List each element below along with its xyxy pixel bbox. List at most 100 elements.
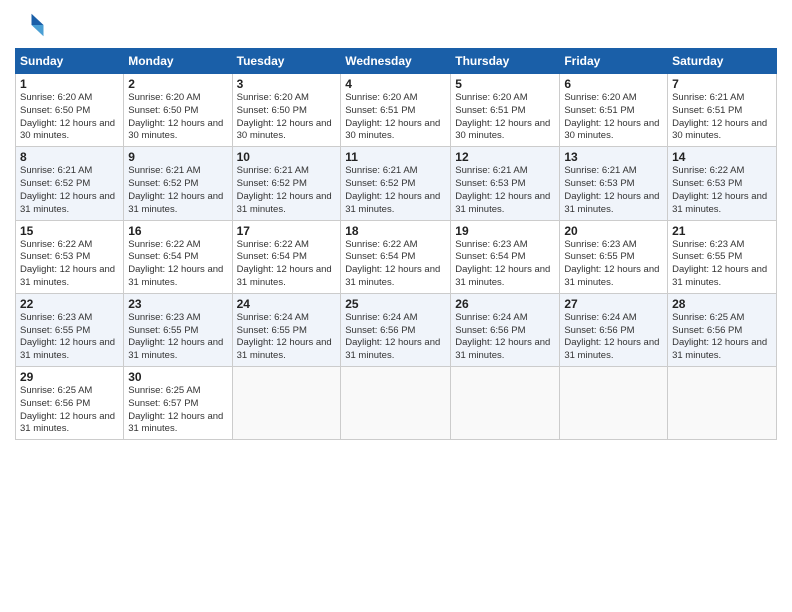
day-info: Sunrise: 6:20 AM Sunset: 6:51 PM Dayligh… [455,92,555,143]
day-info: Sunrise: 6:24 AM Sunset: 6:56 PM Dayligh… [455,312,555,363]
logo-icon [15,10,45,40]
calendar-day-cell: 29 Sunrise: 6:25 AM Sunset: 6:56 PM Dayl… [16,367,124,440]
calendar-day-cell [232,367,341,440]
calendar-day-cell [560,367,668,440]
day-number: 22 [20,297,119,311]
day-number: 10 [237,150,337,164]
day-info: Sunrise: 6:25 AM Sunset: 6:56 PM Dayligh… [672,312,772,363]
day-info: Sunrise: 6:21 AM Sunset: 6:52 PM Dayligh… [345,165,446,216]
logo [15,10,49,40]
page: SundayMondayTuesdayWednesdayThursdayFrid… [0,0,792,612]
calendar-day-cell: 30 Sunrise: 6:25 AM Sunset: 6:57 PM Dayl… [124,367,232,440]
calendar-day-cell: 10 Sunrise: 6:21 AM Sunset: 6:52 PM Dayl… [232,147,341,220]
calendar-day-cell: 28 Sunrise: 6:25 AM Sunset: 6:56 PM Dayl… [668,293,777,366]
day-number: 25 [345,297,446,311]
calendar-day-cell: 25 Sunrise: 6:24 AM Sunset: 6:56 PM Dayl… [341,293,451,366]
day-number: 16 [128,224,227,238]
day-number: 30 [128,370,227,384]
calendar-day-cell: 18 Sunrise: 6:22 AM Sunset: 6:54 PM Dayl… [341,220,451,293]
calendar-day-cell: 4 Sunrise: 6:20 AM Sunset: 6:51 PM Dayli… [341,74,451,147]
day-info: Sunrise: 6:20 AM Sunset: 6:50 PM Dayligh… [237,92,337,143]
calendar-week-row: 1 Sunrise: 6:20 AM Sunset: 6:50 PM Dayli… [16,74,777,147]
day-number: 1 [20,77,119,91]
day-info: Sunrise: 6:22 AM Sunset: 6:54 PM Dayligh… [345,239,446,290]
calendar-body: 1 Sunrise: 6:20 AM Sunset: 6:50 PM Dayli… [16,74,777,440]
day-number: 5 [455,77,555,91]
calendar-week-row: 15 Sunrise: 6:22 AM Sunset: 6:53 PM Dayl… [16,220,777,293]
day-info: Sunrise: 6:23 AM Sunset: 6:54 PM Dayligh… [455,239,555,290]
day-info: Sunrise: 6:20 AM Sunset: 6:51 PM Dayligh… [345,92,446,143]
calendar-week-row: 22 Sunrise: 6:23 AM Sunset: 6:55 PM Dayl… [16,293,777,366]
day-number: 28 [672,297,772,311]
day-info: Sunrise: 6:24 AM Sunset: 6:55 PM Dayligh… [237,312,337,363]
calendar-day-header: Thursday [451,49,560,74]
day-number: 19 [455,224,555,238]
day-number: 24 [237,297,337,311]
calendar-day-cell: 3 Sunrise: 6:20 AM Sunset: 6:50 PM Dayli… [232,74,341,147]
calendar-day-cell: 23 Sunrise: 6:23 AM Sunset: 6:55 PM Dayl… [124,293,232,366]
day-number: 20 [564,224,663,238]
day-number: 17 [237,224,337,238]
day-info: Sunrise: 6:20 AM Sunset: 6:51 PM Dayligh… [564,92,663,143]
day-info: Sunrise: 6:21 AM Sunset: 6:53 PM Dayligh… [564,165,663,216]
calendar-day-cell [451,367,560,440]
day-info: Sunrise: 6:21 AM Sunset: 6:52 PM Dayligh… [128,165,227,216]
calendar-day-header: Friday [560,49,668,74]
calendar-day-cell: 16 Sunrise: 6:22 AM Sunset: 6:54 PM Dayl… [124,220,232,293]
day-info: Sunrise: 6:23 AM Sunset: 6:55 PM Dayligh… [564,239,663,290]
calendar-day-cell: 21 Sunrise: 6:23 AM Sunset: 6:55 PM Dayl… [668,220,777,293]
day-info: Sunrise: 6:20 AM Sunset: 6:50 PM Dayligh… [20,92,119,143]
day-info: Sunrise: 6:24 AM Sunset: 6:56 PM Dayligh… [564,312,663,363]
calendar-header-row: SundayMondayTuesdayWednesdayThursdayFrid… [16,49,777,74]
day-number: 27 [564,297,663,311]
calendar-day-cell: 26 Sunrise: 6:24 AM Sunset: 6:56 PM Dayl… [451,293,560,366]
calendar-week-row: 8 Sunrise: 6:21 AM Sunset: 6:52 PM Dayli… [16,147,777,220]
calendar-day-cell: 17 Sunrise: 6:22 AM Sunset: 6:54 PM Dayl… [232,220,341,293]
day-number: 12 [455,150,555,164]
day-info: Sunrise: 6:21 AM Sunset: 6:52 PM Dayligh… [237,165,337,216]
calendar-day-header: Wednesday [341,49,451,74]
day-number: 29 [20,370,119,384]
day-info: Sunrise: 6:23 AM Sunset: 6:55 PM Dayligh… [20,312,119,363]
day-info: Sunrise: 6:20 AM Sunset: 6:50 PM Dayligh… [128,92,227,143]
calendar-week-row: 29 Sunrise: 6:25 AM Sunset: 6:56 PM Dayl… [16,367,777,440]
calendar-day-header: Tuesday [232,49,341,74]
day-number: 9 [128,150,227,164]
day-info: Sunrise: 6:24 AM Sunset: 6:56 PM Dayligh… [345,312,446,363]
calendar-day-cell: 6 Sunrise: 6:20 AM Sunset: 6:51 PM Dayli… [560,74,668,147]
calendar-day-cell: 22 Sunrise: 6:23 AM Sunset: 6:55 PM Dayl… [16,293,124,366]
day-number: 7 [672,77,772,91]
day-number: 2 [128,77,227,91]
day-info: Sunrise: 6:22 AM Sunset: 6:54 PM Dayligh… [128,239,227,290]
calendar-day-cell: 14 Sunrise: 6:22 AM Sunset: 6:53 PM Dayl… [668,147,777,220]
calendar-day-cell [668,367,777,440]
day-number: 13 [564,150,663,164]
calendar-day-cell: 20 Sunrise: 6:23 AM Sunset: 6:55 PM Dayl… [560,220,668,293]
calendar-day-cell: 27 Sunrise: 6:24 AM Sunset: 6:56 PM Dayl… [560,293,668,366]
day-number: 3 [237,77,337,91]
day-info: Sunrise: 6:22 AM Sunset: 6:53 PM Dayligh… [20,239,119,290]
day-number: 8 [20,150,119,164]
calendar-day-cell: 13 Sunrise: 6:21 AM Sunset: 6:53 PM Dayl… [560,147,668,220]
calendar-day-cell: 24 Sunrise: 6:24 AM Sunset: 6:55 PM Dayl… [232,293,341,366]
day-number: 11 [345,150,446,164]
day-number: 26 [455,297,555,311]
day-number: 23 [128,297,227,311]
header [15,10,777,40]
day-info: Sunrise: 6:21 AM Sunset: 6:51 PM Dayligh… [672,92,772,143]
calendar-day-cell: 5 Sunrise: 6:20 AM Sunset: 6:51 PM Dayli… [451,74,560,147]
calendar-day-cell: 11 Sunrise: 6:21 AM Sunset: 6:52 PM Dayl… [341,147,451,220]
day-number: 4 [345,77,446,91]
calendar-day-cell: 2 Sunrise: 6:20 AM Sunset: 6:50 PM Dayli… [124,74,232,147]
day-info: Sunrise: 6:21 AM Sunset: 6:53 PM Dayligh… [455,165,555,216]
calendar-day-cell: 7 Sunrise: 6:21 AM Sunset: 6:51 PM Dayli… [668,74,777,147]
calendar-day-cell: 19 Sunrise: 6:23 AM Sunset: 6:54 PM Dayl… [451,220,560,293]
day-info: Sunrise: 6:22 AM Sunset: 6:54 PM Dayligh… [237,239,337,290]
day-info: Sunrise: 6:25 AM Sunset: 6:57 PM Dayligh… [128,385,227,436]
calendar-day-header: Saturday [668,49,777,74]
calendar-day-cell [341,367,451,440]
day-info: Sunrise: 6:23 AM Sunset: 6:55 PM Dayligh… [128,312,227,363]
day-number: 6 [564,77,663,91]
calendar-day-cell: 8 Sunrise: 6:21 AM Sunset: 6:52 PM Dayli… [16,147,124,220]
day-info: Sunrise: 6:21 AM Sunset: 6:52 PM Dayligh… [20,165,119,216]
